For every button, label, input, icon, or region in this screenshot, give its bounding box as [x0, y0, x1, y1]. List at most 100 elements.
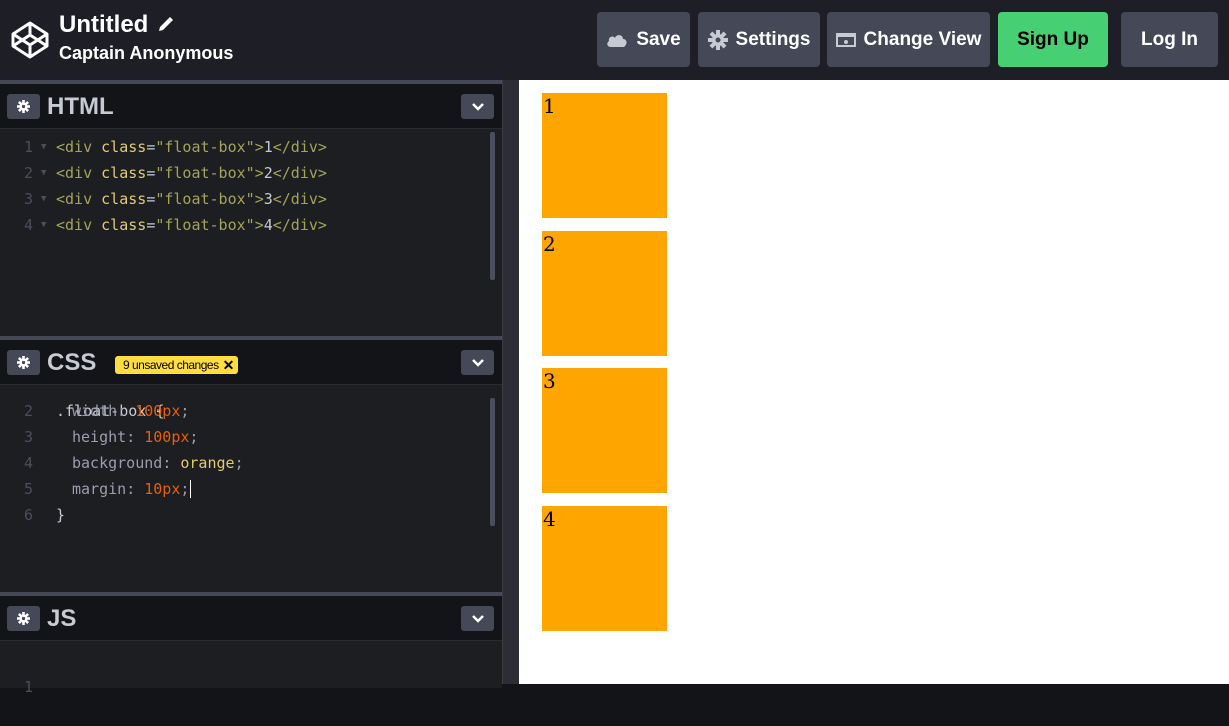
code-token: </div>	[272, 190, 327, 208]
code-token: class	[101, 190, 147, 208]
css-pane-title: CSS	[47, 349, 97, 376]
fold-arrow-icon[interactable]: ▼	[41, 160, 46, 186]
cloud-icon	[607, 34, 627, 47]
line-number: 5	[24, 480, 34, 498]
code-token: <div	[56, 164, 102, 182]
code-line: 1	[0, 648, 72, 696]
save-button[interactable]: Save	[597, 12, 690, 67]
text-cursor	[190, 480, 192, 498]
editor-column: HTML 1 ▼ <div class="float-box">1</div> 2 ▼ <…	[0, 80, 502, 696]
settings-button-label: Settings	[735, 28, 811, 50]
html-settings-button[interactable]	[7, 94, 40, 119]
css-code-area[interactable]: .float-box { 2 width: 100px; 3 height: 100p…	[0, 386, 502, 586]
code-token: >	[254, 164, 264, 182]
codepen-logo-icon[interactable]	[10, 20, 50, 60]
change-view-button-label: Change View	[863, 28, 982, 50]
code-text: height: 100px;	[72, 424, 198, 450]
code-token: "float-box"	[155, 216, 255, 234]
code-token: <div	[56, 138, 102, 156]
code-text: width: 100px;	[72, 398, 189, 424]
chevron-down-icon	[471, 614, 484, 623]
js-code-area[interactable]: 1	[0, 648, 502, 696]
log-in-button[interactable]: Log In	[1121, 12, 1218, 67]
float-box: 1	[542, 93, 667, 218]
css-value: 10px	[144, 480, 181, 498]
css-collapse-button[interactable]	[461, 350, 494, 375]
chevron-down-icon	[471, 102, 484, 111]
css-pane-header: CSS 9 unsaved changes ✕	[0, 340, 502, 385]
html-collapse-button[interactable]	[461, 94, 494, 119]
line-number: 3	[24, 428, 34, 446]
css-semicolon: ;	[189, 428, 199, 446]
code-line: .float-box {	[0, 386, 164, 420]
js-pane-title: JS	[47, 605, 77, 632]
resize-gutter[interactable]	[502, 80, 519, 684]
code-token: =	[146, 216, 156, 234]
code-token: </div>	[272, 216, 327, 234]
change-view-button[interactable]: Change View	[827, 12, 990, 67]
css-property: width	[72, 402, 118, 420]
code-text: <div class="float-box">3</div>	[56, 186, 327, 212]
unsaved-changes-badge[interactable]: 9 unsaved changes ✕	[115, 356, 238, 374]
preview-panel: 1234	[519, 80, 1229, 684]
code-token: 1	[263, 138, 273, 156]
code-token: <div	[56, 216, 102, 234]
unsaved-changes-text: 9 unsaved changes	[123, 358, 219, 372]
fold-arrow-icon[interactable]: ▼	[41, 134, 46, 160]
css-colon: :	[117, 402, 136, 420]
pen-title[interactable]: Untitled	[59, 10, 233, 40]
pencil-icon[interactable]	[156, 16, 174, 34]
layout-icon	[835, 32, 856, 47]
css-property: background	[72, 454, 163, 472]
float-box: 2	[542, 230, 667, 356]
pen-title-block: Untitled Captain Anonymous	[59, 10, 233, 66]
sign-up-button[interactable]: Sign Up	[998, 12, 1108, 67]
code-token: >	[254, 216, 264, 234]
pen-author: Captain Anonymous	[59, 43, 234, 63]
code-text: <div class="float-box">1</div>	[56, 134, 327, 160]
fold-arrow-icon[interactable]: ▼	[41, 186, 46, 212]
line-number: 1	[24, 138, 34, 156]
css-colon: :	[126, 480, 145, 498]
css-scrollbar[interactable]	[490, 398, 495, 526]
css-property: margin	[72, 480, 127, 498]
css-semicolon: ;	[180, 480, 190, 498]
css-property: height	[72, 428, 127, 446]
css-settings-button[interactable]	[7, 350, 40, 375]
code-token: </div>	[272, 164, 327, 182]
gear-icon	[707, 29, 728, 50]
float-box: 4	[542, 505, 667, 631]
line-number: 2	[24, 402, 34, 420]
code-token: =	[146, 164, 156, 182]
css-semicolon: ;	[180, 402, 190, 420]
css-closing-brace: }	[56, 506, 66, 524]
code-token: </div>	[272, 138, 327, 156]
line-number: 6	[24, 506, 34, 524]
code-text: <div class="float-box">2</div>	[56, 160, 327, 186]
js-collapse-button[interactable]	[461, 606, 494, 631]
code-token: >	[254, 190, 264, 208]
code-text: background: orange;	[72, 450, 244, 476]
css-value: 100px	[135, 402, 181, 420]
line-number: 4	[24, 454, 34, 472]
fold-arrow-icon[interactable]: ▼	[41, 212, 46, 238]
top-header: Untitled Captain Anonymous Save Settings	[0, 0, 1229, 80]
css-colon: :	[162, 454, 181, 472]
css-value: 100px	[144, 428, 190, 446]
html-code-area[interactable]: 1 ▼ <div class="float-box">1</div> 2 ▼ <div c…	[0, 134, 502, 334]
js-pane-header: JS	[0, 596, 502, 641]
js-settings-button[interactable]	[7, 606, 40, 631]
gear-icon	[17, 612, 30, 625]
pen-title-text[interactable]: Untitled	[59, 10, 148, 40]
code-token: class	[101, 164, 147, 182]
code-token: =	[146, 190, 156, 208]
html-scrollbar[interactable]	[490, 132, 495, 280]
settings-button[interactable]: Settings	[698, 12, 820, 67]
code-token: class	[101, 138, 147, 156]
code-token: "float-box"	[155, 138, 255, 156]
float-box: 3	[542, 368, 667, 493]
save-button-label: Save	[636, 28, 681, 50]
code-token: <div	[56, 190, 102, 208]
close-icon[interactable]: ✕	[223, 357, 235, 374]
css-semicolon: ;	[234, 454, 244, 472]
